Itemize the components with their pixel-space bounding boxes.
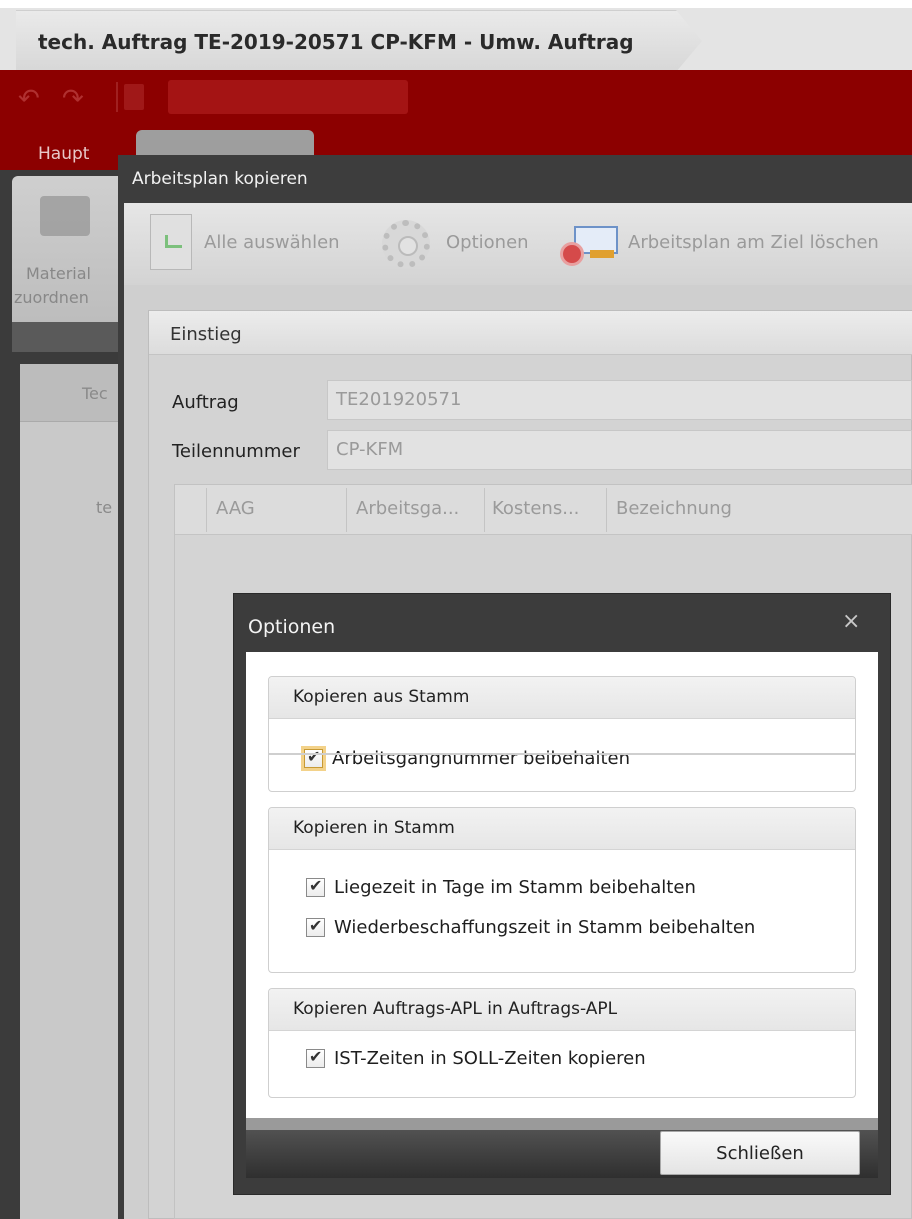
select-all-icon[interactable] (150, 214, 192, 270)
grid-column-arbeitsgang[interactable]: Arbeitsga... (356, 498, 459, 519)
document-tab-title: tech. Auftrag TE-2019-20571 CP-KFM - Umw… (38, 30, 634, 54)
group-kopieren-aus-stamm: Kopieren aus Stamm (268, 676, 856, 792)
group-title: Kopieren aus Stamm (269, 677, 855, 719)
teilennummer-field[interactable]: CP-KFM (327, 430, 912, 470)
material-card-label-1: Material (26, 264, 91, 283)
tree-header-label: Tec (82, 384, 108, 403)
options-dialog-title: Optionen (248, 616, 336, 638)
delete-plan-icon-arrow (590, 250, 614, 258)
gear-icon[interactable] (382, 220, 430, 268)
close-button[interactable]: Schließen (660, 1131, 860, 1175)
undo-icon[interactable]: ↶ (18, 84, 40, 114)
teilennummer-label: Teilennummer (172, 441, 300, 462)
group-title: Kopieren Auftrags-APL in Auftrags-APL (269, 989, 855, 1031)
auftrag-field[interactable]: TE201920571 (327, 380, 912, 420)
grid-column-separator (606, 488, 607, 532)
material-box-icon (40, 196, 90, 236)
option-arbeitsgangnummer-beibehalten[interactable]: Arbeitsgangnummer beibehalten (304, 747, 631, 769)
options-button[interactable]: Optionen (446, 232, 529, 253)
tree-panel (20, 364, 122, 1219)
delete-target-plan-button[interactable]: Arbeitsplan am Ziel löschen (628, 232, 879, 253)
grid-column-separator (206, 488, 207, 532)
grid-column-separator (484, 488, 485, 532)
grid-column-separator (346, 488, 347, 532)
einstieg-header (149, 311, 912, 355)
option-ist-in-soll-kopieren[interactable]: IST-Zeiten in SOLL-Zeiten kopieren (306, 1047, 646, 1069)
grid-column-aag[interactable]: AAG (216, 498, 255, 519)
group-title: Kopieren in Stamm (269, 808, 855, 850)
grid-column-bezeichnung[interactable]: Bezeichnung (616, 498, 732, 519)
options-dialog-footer-bar (246, 1118, 878, 1130)
delete-plan-icon[interactable] (560, 226, 622, 266)
material-card-label-2: zuordnen (14, 288, 89, 307)
einstieg-title: Einstieg (170, 324, 242, 345)
ribbon-tab-haupt[interactable]: Haupt (38, 144, 89, 164)
group-spacer (268, 753, 856, 755)
checkbox-liegezeit[interactable] (306, 876, 325, 897)
option-label: Arbeitsgangnummer beibehalten (332, 748, 631, 769)
option-wiederbeschaffungszeit-beibehalten[interactable]: Wiederbeschaffungszeit in Stamm beibehal… (306, 916, 756, 938)
group-kopieren-auftrags-apl: Kopieren Auftrags-APL in Auftrags-APL (268, 988, 856, 1098)
grid-column-kostenstelle[interactable]: Kostens... (492, 498, 579, 519)
checkbox-arbeitsgangnummer[interactable] (304, 747, 323, 768)
quick-access-separator (116, 82, 118, 112)
auftrag-label: Auftrag (172, 392, 239, 413)
option-label: Wiederbeschaffungszeit in Stamm beibehal… (334, 917, 756, 938)
close-icon[interactable]: × (842, 609, 860, 634)
checkbox-ist-zeiten[interactable] (306, 1047, 325, 1068)
material-card-footer (12, 322, 122, 352)
option-label: IST-Zeiten in SOLL-Zeiten kopieren (334, 1048, 646, 1069)
copy-window-title: Arbeitsplan kopieren (132, 169, 308, 189)
redo-icon[interactable]: ↷ (62, 84, 84, 114)
select-all-button[interactable]: Alle auswählen (204, 232, 340, 253)
tree-node-label[interactable]: te (96, 498, 112, 517)
delete-plan-icon-stop (560, 242, 584, 266)
option-liegezeit-beibehalten[interactable]: Liegezeit in Tage im Stamm beibehalten (306, 876, 696, 898)
checkbox-wiederbeschaffungszeit[interactable] (306, 916, 325, 937)
quick-search-field[interactable] (168, 80, 408, 114)
document-icon[interactable] (124, 84, 144, 110)
option-label: Liegezeit in Tage im Stamm beibehalten (334, 877, 696, 898)
